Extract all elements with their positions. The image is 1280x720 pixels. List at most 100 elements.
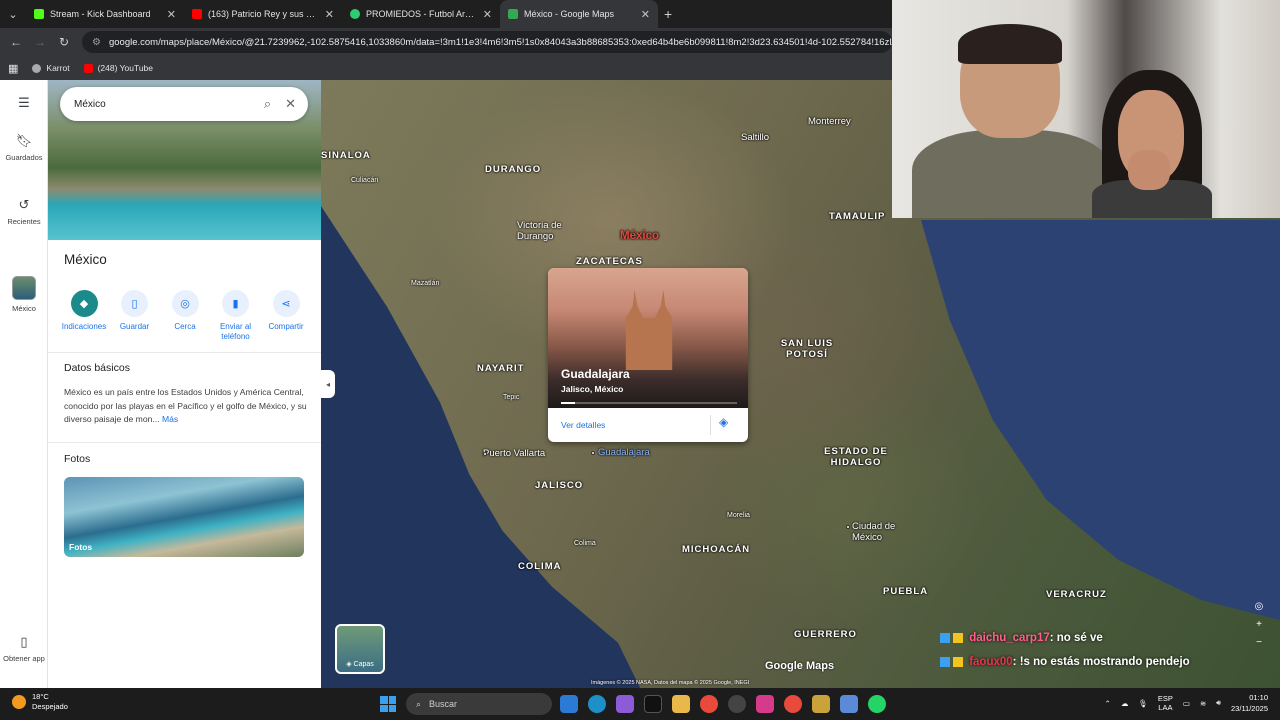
bookmark-label: (248) YouTube xyxy=(97,63,154,73)
bookmark-label: Karrot xyxy=(46,63,70,73)
url-field[interactable]: ⚙ google.com/maps/place/México/@21.72399… xyxy=(82,31,892,53)
stream-chat: daichu_carp17: no sé ve faoux00: !s no e… xyxy=(940,626,1270,673)
close-tab-icon[interactable]: ✕ xyxy=(167,8,176,21)
app-icon[interactable] xyxy=(728,695,746,713)
bookmark-youtube[interactable]: (248) YouTube xyxy=(83,63,154,73)
tab-promiedos[interactable]: PROMIEDOS - Futbol Argentino ✕ xyxy=(342,0,500,28)
maps-rail: ☰ 🔖︎ Guardados ↺ Recientes México ▯ Obte… xyxy=(0,80,48,688)
forward-icon[interactable]: → xyxy=(28,35,52,49)
share-button[interactable]: ⋖ Compartir xyxy=(262,290,310,342)
app-icon[interactable] xyxy=(812,695,830,713)
place-preview-card[interactable]: Guadalajara Jalisco, México Ver detalles… xyxy=(548,268,748,442)
collapse-panel-button[interactable]: ◂ xyxy=(321,370,335,398)
task-view-icon[interactable] xyxy=(560,695,578,713)
bookmark-icon: 🔖︎ xyxy=(15,133,33,148)
language-indicator[interactable]: ESP LAA xyxy=(1158,694,1173,712)
edge-icon[interactable] xyxy=(588,695,606,713)
promiedos-icon xyxy=(350,9,360,19)
map-label: COLIMA xyxy=(518,561,562,572)
chrome-icon[interactable] xyxy=(700,695,718,713)
apps-grid-icon[interactable]: ▦ xyxy=(8,62,18,75)
menu-button[interactable]: ☰ xyxy=(0,96,48,115)
rail-recent[interactable]: ↺ Recientes xyxy=(0,197,48,227)
instagram-icon[interactable] xyxy=(756,695,774,713)
back-icon[interactable]: ← xyxy=(4,35,28,49)
history-icon: ↺ xyxy=(18,197,30,212)
rail-label: Obtener app xyxy=(3,654,45,663)
streamer-hair xyxy=(958,24,1062,64)
bookmark-karrot[interactable]: Karrot xyxy=(32,63,70,73)
map-label-guadalajara[interactable]: Guadalajara xyxy=(598,447,650,458)
tab-google-maps[interactable]: México - Google Maps ✕ xyxy=(500,0,658,28)
directions-button[interactable]: ◆ Indicaciones xyxy=(60,290,108,342)
site-info-icon[interactable]: ⚙ xyxy=(92,37,101,48)
layers-label: Capas xyxy=(353,661,374,668)
save-button[interactable]: ▯ Guardar xyxy=(111,290,159,342)
cloud-icon[interactable]: ☁ xyxy=(1121,699,1129,708)
taskbar-search-placeholder: Buscar xyxy=(429,699,458,709)
weather-widget[interactable]: 18°C Despejado xyxy=(12,692,68,712)
card-title: Guadalajara xyxy=(561,367,630,381)
mic-icon[interactable]: 🎙︎ xyxy=(1138,699,1148,708)
close-tab-icon[interactable]: ✕ xyxy=(483,8,492,21)
description-text: México es un país entre los Estados Unid… xyxy=(64,387,307,424)
nearby-button[interactable]: ◎ Cerca xyxy=(161,290,209,342)
close-tab-icon[interactable]: ✕ xyxy=(325,8,334,21)
tab-youtube[interactable]: (163) Patricio Rey y sus Redond ✕ xyxy=(184,0,342,28)
menu-icon: ☰ xyxy=(18,95,30,110)
send-to-phone-button[interactable]: ▮ Enviar al teléfono xyxy=(212,290,260,342)
directions-icon[interactable]: ◈ xyxy=(710,415,740,435)
copilot-icon[interactable] xyxy=(616,695,634,713)
app-icon[interactable] xyxy=(840,695,858,713)
windows-start-icon[interactable] xyxy=(380,696,396,712)
badge-icon xyxy=(940,656,950,667)
map-label: Puerto Vallarta xyxy=(483,448,546,459)
temperature: 18°C xyxy=(32,692,49,701)
chrome-icon[interactable] xyxy=(784,695,802,713)
more-link[interactable]: Más xyxy=(162,414,178,424)
tab-search-icon[interactable]: ⌄ xyxy=(0,0,26,28)
photos-label: Fotos xyxy=(69,542,93,552)
chevron-up-icon[interactable]: ⌃ xyxy=(1105,699,1111,708)
tab-kick[interactable]: Stream - Kick Dashboard ✕ xyxy=(26,0,184,28)
place-thumbnail xyxy=(12,276,36,300)
tiktok-icon[interactable] xyxy=(644,695,662,713)
taskbar-search[interactable]: ⌕ Buscar xyxy=(406,693,552,715)
chat-username: faoux00 xyxy=(969,656,1013,668)
close-tab-icon[interactable]: ✕ xyxy=(641,8,650,21)
volume-icon[interactable]: 🔊︎ xyxy=(1216,698,1221,708)
map-label: Saltillo xyxy=(741,132,769,143)
search-box[interactable]: México ⌕ ✕ xyxy=(60,87,308,121)
locate-icon[interactable]: ◎ xyxy=(1250,598,1268,616)
action-label: Cerca xyxy=(174,322,196,331)
badge-icon xyxy=(940,632,950,643)
photos-thumbnail[interactable]: Fotos xyxy=(64,477,304,557)
close-icon[interactable]: ✕ xyxy=(285,96,296,112)
webcam-overlay xyxy=(892,0,1280,218)
clock[interactable]: 01:10 23/11/2025 xyxy=(1231,692,1268,714)
taskbar: 18°C Despejado ⌕ Buscar ⌃ ☁ 🎙︎ ESP LAA ▭… xyxy=(0,688,1280,720)
new-tab-icon[interactable]: + xyxy=(664,6,672,22)
city-pin xyxy=(483,452,487,456)
layers-button[interactable]: ◈ Capas xyxy=(335,624,385,674)
rail-get-app[interactable]: ▯ Obtener app xyxy=(0,635,48,664)
bookmark-icon: ▯ xyxy=(121,290,148,317)
map-label: Morelia xyxy=(727,512,750,519)
rail-saved[interactable]: 🔖︎ Guardados xyxy=(0,133,48,163)
rail-place-mexico[interactable]: México xyxy=(0,276,48,313)
whatsapp-icon[interactable] xyxy=(868,695,886,713)
file-explorer-icon[interactable] xyxy=(672,695,690,713)
layers-icon: ◈ xyxy=(346,661,354,668)
map-label: Victoria de Durango xyxy=(517,220,562,242)
search-input[interactable]: México xyxy=(74,99,250,110)
country-label: México xyxy=(620,230,659,242)
reload-icon[interactable]: ↻ xyxy=(52,35,76,49)
weather-icon xyxy=(12,695,26,709)
display-icon[interactable]: ▭ xyxy=(1183,699,1190,708)
map-label: SINALOA xyxy=(321,150,371,161)
wifi-icon[interactable]: ≋ xyxy=(1200,699,1206,708)
search-icon[interactable]: ⌕ xyxy=(264,96,271,112)
map-label: VERACRUZ xyxy=(1046,589,1107,600)
tab-title: Stream - Kick Dashboard xyxy=(50,9,151,19)
view-details-link[interactable]: Ver detalles xyxy=(561,420,605,430)
